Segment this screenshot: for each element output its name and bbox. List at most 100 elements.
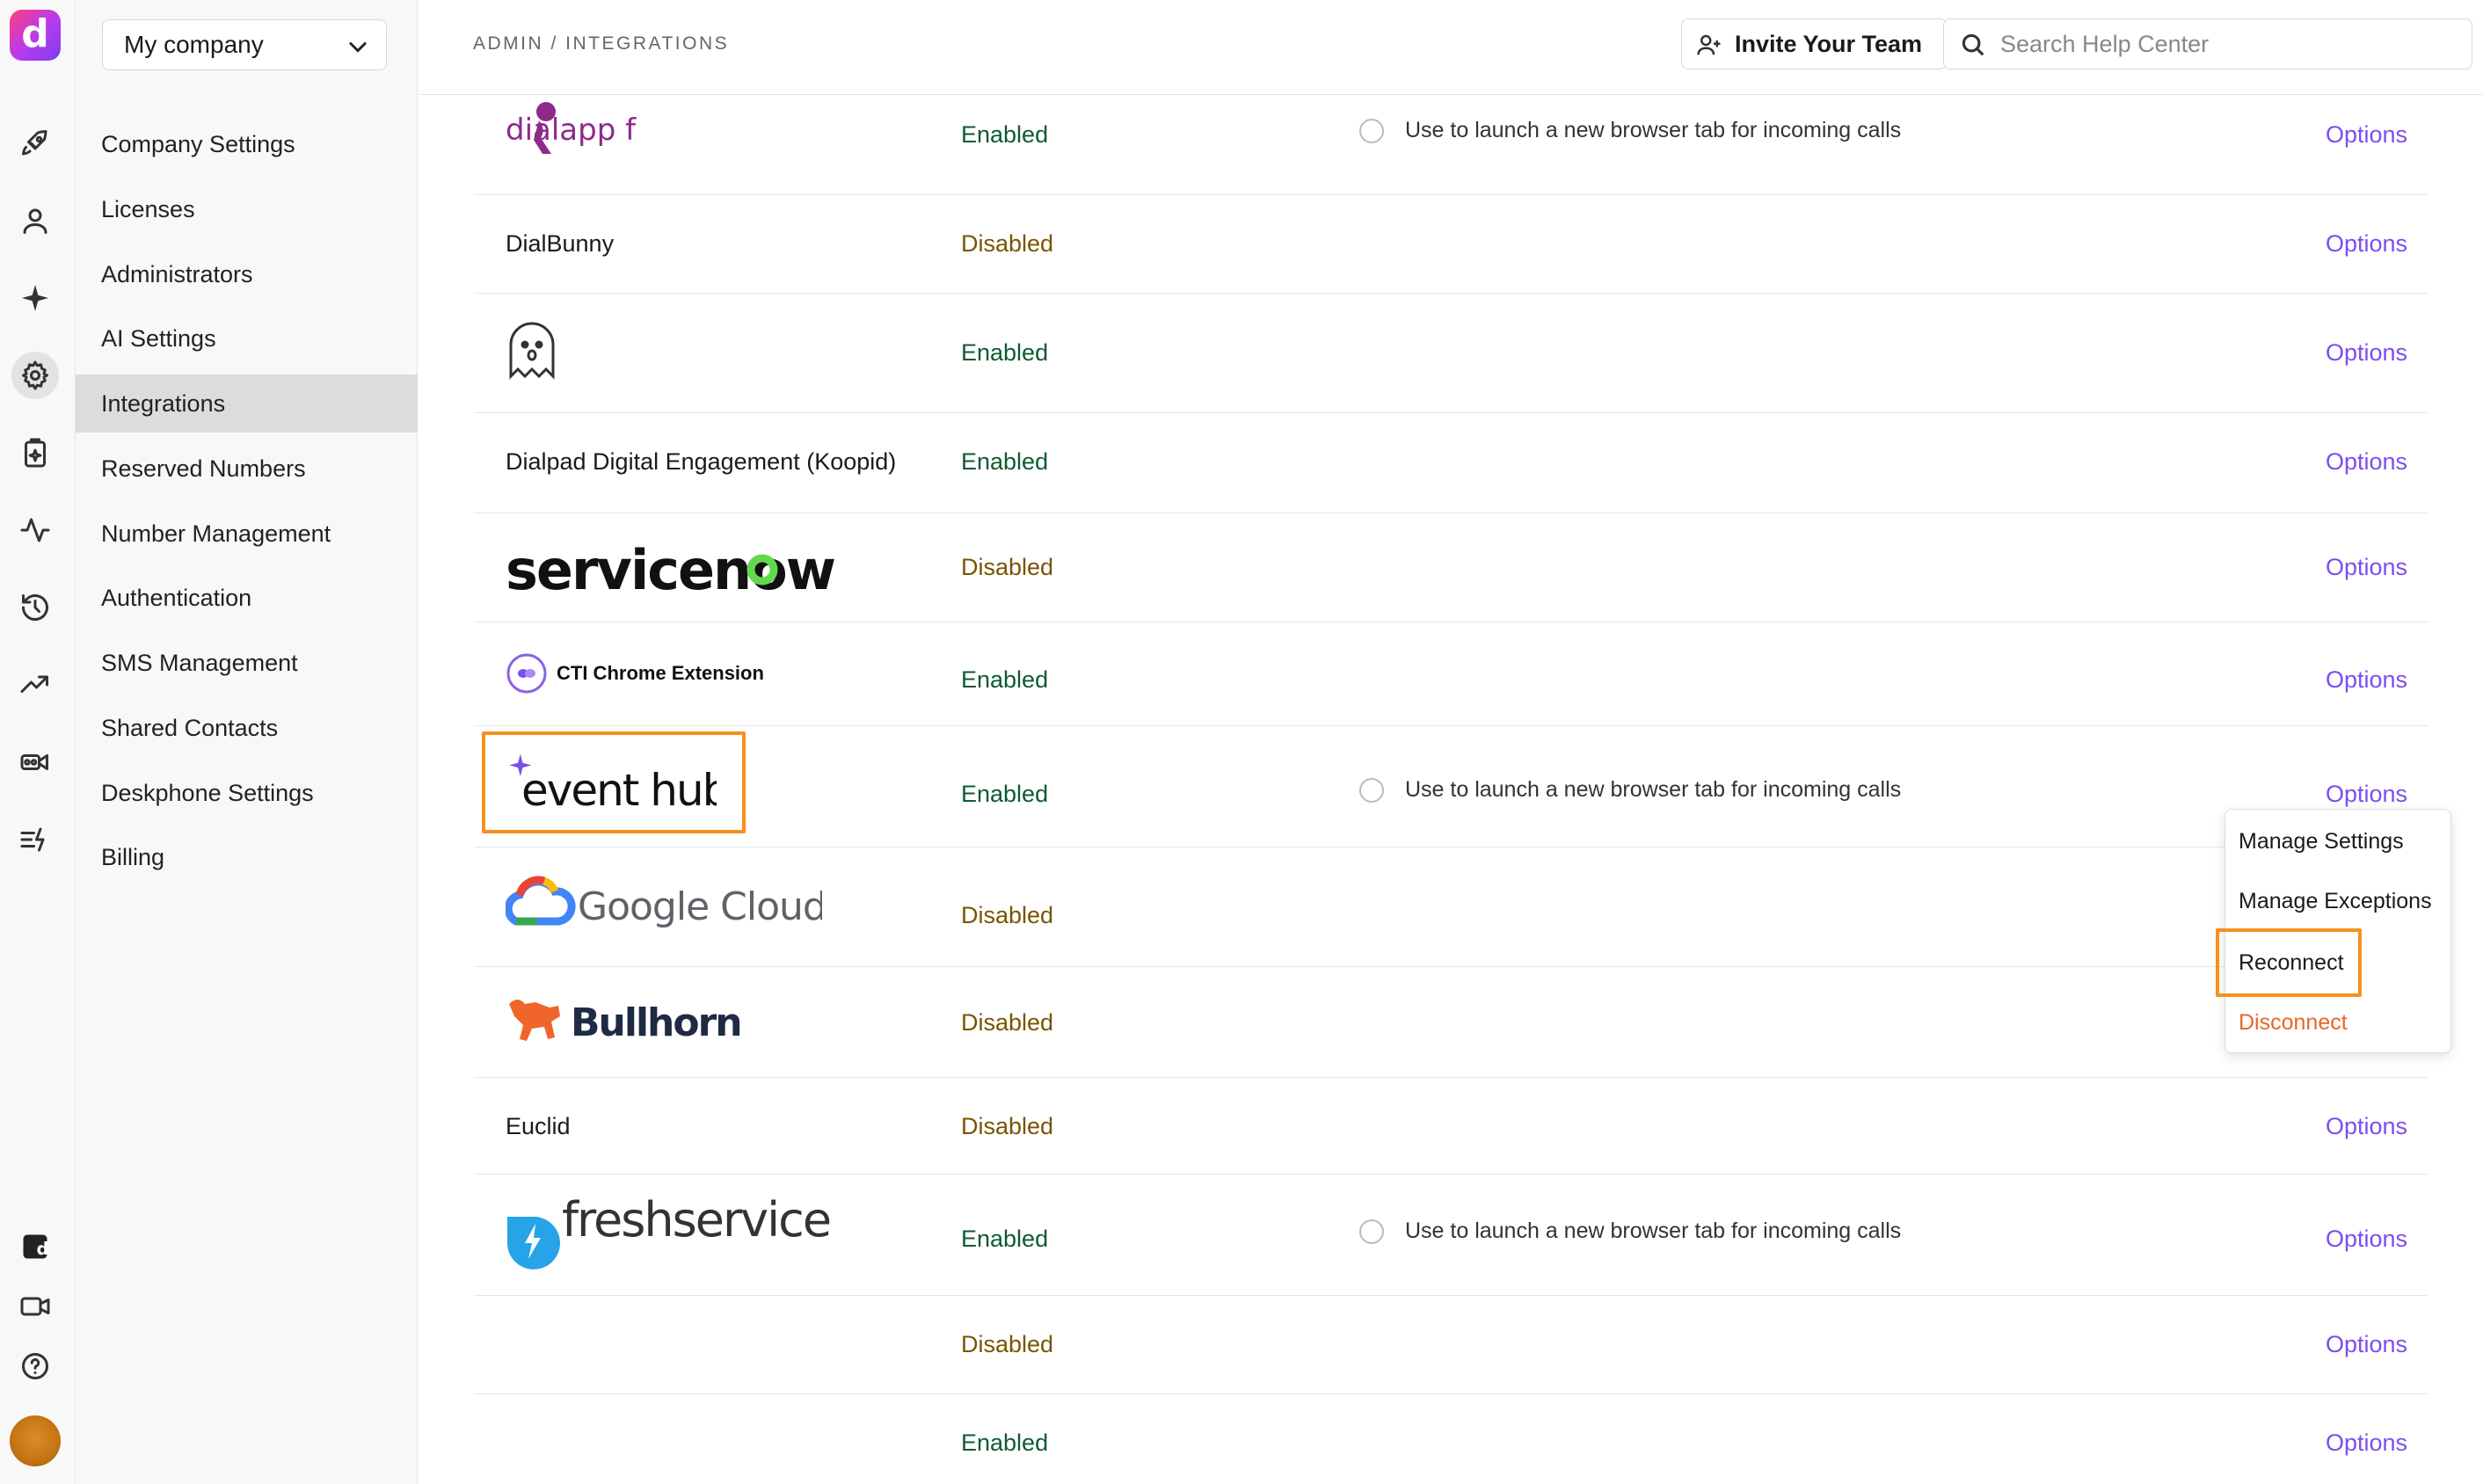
table-row: Dialpad Digital Engagement (Koopid) Enab… — [474, 413, 2428, 513]
ghost-logo — [506, 320, 558, 388]
status-badge: Enabled — [961, 448, 1049, 475]
dialpad-app-icon[interactable]: d — [11, 1223, 59, 1270]
company-select[interactable]: My company — [102, 19, 387, 70]
video-icon[interactable] — [11, 1283, 59, 1330]
options-link[interactable]: Options — [2326, 554, 2407, 581]
google-cloud-logo-text: Google Cloud — [578, 884, 822, 929]
table-row: Enabled Options — [474, 1394, 2428, 1484]
options-link[interactable]: Options — [2326, 1226, 2407, 1253]
search-help-center[interactable] — [1943, 18, 2472, 69]
cti-logo: CTI Chrome Extension — [506, 652, 764, 695]
bullhorn-logo-text: Bullhorn — [571, 1000, 741, 1045]
clipboard-sparkle-icon[interactable] — [11, 429, 59, 476]
menu-item-manage-exceptions[interactable]: Manage Exceptions — [2239, 889, 2432, 914]
search-icon — [1962, 33, 1984, 56]
nav-item-deskphone-settings[interactable]: Deskphone Settings — [76, 764, 418, 822]
nav-item-shared-contacts[interactable]: Shared Contacts — [76, 699, 418, 757]
history-icon[interactable] — [11, 584, 59, 631]
avatar[interactable] — [10, 1415, 61, 1466]
table-row: Bullhorn Disabled — [474, 967, 2428, 1078]
freshservice-logo: freshservice — [506, 1192, 840, 1277]
nav-item-administrators[interactable]: Administrators — [76, 245, 418, 303]
list-bolt-icon[interactable] — [11, 816, 59, 863]
launch-option[interactable]: Use to launch a new browser tab for inco… — [1359, 118, 1901, 143]
nav-item-licenses[interactable]: Licenses — [76, 180, 418, 238]
google-cloud-logo: Google Cloud — [504, 869, 827, 943]
options-link[interactable]: Options — [2326, 781, 2407, 808]
status-badge: Disabled — [961, 1009, 1054, 1036]
table-row: Enabled Options — [474, 294, 2428, 413]
launch-label: Use to launch a new browser tab for inco… — [1405, 118, 1902, 142]
launch-radio[interactable] — [1359, 1218, 1384, 1244]
rocket-icon[interactable] — [11, 120, 59, 167]
nav-item-integrations[interactable]: Integrations — [76, 375, 418, 433]
options-link[interactable]: Options — [2326, 121, 2407, 149]
cti-logo-label: CTI Chrome Extension — [557, 662, 764, 684]
status-badge: Disabled — [961, 230, 1054, 257]
gear-icon[interactable] — [11, 352, 59, 399]
nav-item-number-management[interactable]: Number Management — [76, 505, 418, 563]
dialpad-logo[interactable]: d — [10, 10, 61, 61]
nav-item-company-settings[interactable]: Company Settings — [76, 115, 418, 173]
table-row: servicenow Disabled Options — [474, 513, 2428, 622]
status-badge: Disabled — [961, 1331, 1054, 1357]
menu-item-manage-settings[interactable]: Manage Settings — [2239, 829, 2404, 855]
integration-name: Dialpad Digital Engagement (Koopid) — [506, 448, 897, 475]
table-row: dialapp framework Enabled Use to launch … — [474, 95, 2428, 195]
table-row: Disabled Options — [474, 1296, 2428, 1394]
status-badge: Enabled — [961, 781, 1049, 807]
nav-item-billing[interactable]: Billing — [76, 828, 418, 886]
integration-name: Euclid — [506, 1113, 571, 1139]
options-link[interactable]: Options — [2326, 339, 2407, 367]
launch-radio[interactable] — [1359, 118, 1384, 143]
svg-text:d: d — [37, 1239, 49, 1259]
search-input[interactable] — [2000, 19, 2458, 69]
status-badge: Enabled — [961, 666, 1049, 693]
options-link[interactable]: Options — [2326, 1113, 2407, 1140]
integration-name: DialBunny — [506, 230, 615, 257]
video-camera-icon[interactable] — [11, 738, 59, 786]
eventhub-highlight — [482, 731, 746, 833]
table-row: event hub Enabled Use to launch a new br… — [474, 726, 2428, 847]
company-name: My company — [124, 31, 264, 58]
reconnect-highlight — [2216, 928, 2362, 997]
help-icon[interactable] — [11, 1342, 59, 1390]
options-link[interactable]: Options — [2326, 1429, 2407, 1457]
chevron-down-icon — [349, 42, 367, 53]
status-badge: Enabled — [961, 1429, 1049, 1456]
launch-radio[interactable] — [1359, 777, 1384, 803]
invite-team-button[interactable]: Invite Your Team — [1681, 18, 1947, 69]
menu-item-disconnect[interactable]: Disconnect — [2239, 1010, 2348, 1036]
settings-nav: My company Company Settings Licenses Adm… — [76, 0, 418, 1484]
nav-item-ai-settings[interactable]: AI Settings — [76, 309, 418, 367]
nav-item-authentication[interactable]: Authentication — [76, 569, 418, 627]
servicenow-logo: servicenow — [506, 535, 840, 609]
status-badge: Enabled — [961, 1226, 1049, 1252]
table-row: CTI Chrome Extension Enabled Options — [474, 622, 2428, 726]
status-badge: Disabled — [961, 554, 1054, 580]
table-row: DialBunny Disabled Options — [474, 195, 2428, 294]
status-badge: Disabled — [961, 902, 1054, 928]
breadcrumb: ADMIN / INTEGRATIONS — [473, 33, 730, 54]
person-icon[interactable] — [11, 197, 59, 244]
launch-option[interactable]: Use to launch a new browser tab for inco… — [1359, 777, 1901, 803]
freshservice-logo-text: freshservice — [562, 1194, 830, 1248]
activity-icon[interactable] — [11, 506, 59, 554]
options-link[interactable]: Options — [2326, 666, 2407, 694]
nav-item-reserved-numbers[interactable]: Reserved Numbers — [76, 440, 418, 498]
icon-rail: d d — [0, 0, 76, 1484]
servicenow-logo-text: servicenow — [506, 538, 835, 602]
bullhorn-logo: Bullhorn — [506, 990, 752, 1058]
nav-item-sms-management[interactable]: SMS Management — [76, 634, 418, 692]
trending-icon[interactable] — [11, 661, 59, 709]
launch-label: Use to launch a new browser tab for inco… — [1405, 777, 1902, 802]
launch-label: Use to launch a new browser tab for inco… — [1405, 1218, 1902, 1243]
status-badge: Disabled — [961, 1113, 1054, 1139]
options-link[interactable]: Options — [2326, 448, 2407, 476]
sparkle-icon[interactable] — [11, 274, 59, 322]
options-link[interactable]: Options — [2326, 230, 2407, 258]
launch-option[interactable]: Use to launch a new browser tab for inco… — [1359, 1218, 1901, 1244]
table-row: freshservice Enabled Use to launch a new… — [474, 1175, 2428, 1296]
options-link[interactable]: Options — [2326, 1331, 2407, 1358]
table-row: Google Cloud Disabled — [474, 847, 2428, 967]
